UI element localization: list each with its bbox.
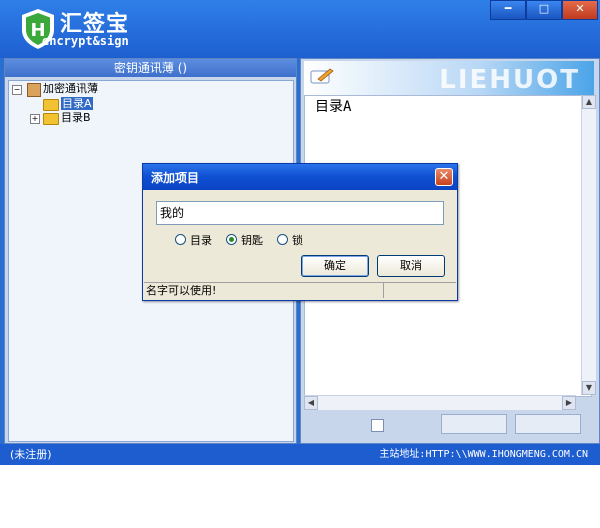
folder-icon bbox=[43, 99, 59, 111]
radio-dot bbox=[277, 234, 288, 245]
radio-folder[interactable]: 目录 bbox=[175, 234, 212, 247]
registration-status: (未注册) bbox=[10, 448, 52, 461]
radio-label: 钥匙 bbox=[241, 234, 263, 247]
scroll-left-icon[interactable]: ◀ bbox=[304, 396, 318, 410]
contacts-panel-header: 密钥通讯薄 () bbox=[5, 59, 296, 77]
radio-label: 目录 bbox=[190, 234, 212, 247]
status-bar: (未注册) 主站地址:HTTP:\\WWW.IHONGMENG.COM.CN bbox=[0, 444, 600, 465]
vertical-scrollbar[interactable]: ▲ ▼ bbox=[581, 95, 596, 395]
site-address: 主站地址:HTTP:\\WWW.IHONGMENG.COM.CN bbox=[379, 449, 588, 460]
radio-dot bbox=[175, 234, 186, 245]
radio-lock[interactable]: 锁 bbox=[277, 234, 303, 247]
radio-dot bbox=[226, 234, 237, 245]
dialog-title-bar: 添加项目 ✕ bbox=[143, 164, 457, 190]
add-item-dialog: 添加项目 ✕ 我的 目录 钥匙 锁 确定 取消 名字可以使用! bbox=[142, 163, 458, 301]
tree-item-folder-b[interactable]: 目录B bbox=[61, 111, 91, 125]
dialog-close-icon[interactable]: ✕ bbox=[435, 168, 453, 186]
action-button-2[interactable] bbox=[515, 414, 581, 434]
brand-tagline: encrypt&sign bbox=[42, 34, 129, 48]
radio-label: 锁 bbox=[292, 234, 303, 247]
tree-root-expander[interactable]: − bbox=[12, 85, 22, 95]
maximize-button[interactable]: □ bbox=[526, 0, 562, 20]
detail-title: 目录A bbox=[315, 99, 352, 115]
tree-item-expander[interactable]: + bbox=[30, 114, 40, 124]
detail-banner: LIEHUOT bbox=[304, 61, 594, 95]
scroll-down-icon[interactable]: ▼ bbox=[582, 381, 596, 395]
item-name-input[interactable]: 我的 bbox=[156, 201, 444, 225]
tree-root-item[interactable]: 加密通讯薄 bbox=[43, 82, 98, 96]
dialog-status-pane bbox=[383, 282, 456, 298]
minimize-button[interactable]: ━ bbox=[490, 0, 526, 20]
title-bar: H 汇签宝 encrypt&sign ━ □ ✕ bbox=[0, 0, 600, 58]
cancel-button[interactable]: 取消 bbox=[377, 255, 445, 277]
watermark-text: LIEHUOT bbox=[439, 65, 580, 95]
folder-icon bbox=[43, 113, 59, 125]
ok-button[interactable]: 确定 bbox=[301, 255, 369, 277]
dialog-title: 添加项目 bbox=[151, 171, 200, 185]
action-button-1[interactable] bbox=[441, 414, 507, 434]
scroll-up-icon[interactable]: ▲ bbox=[582, 95, 596, 109]
radio-key[interactable]: 钥匙 bbox=[226, 234, 263, 247]
tree-item-folder-a[interactable]: 目录A bbox=[61, 97, 93, 111]
pen-icon bbox=[310, 68, 334, 84]
option-checkbox[interactable] bbox=[371, 419, 384, 432]
tree-item-label: 目录A bbox=[61, 97, 93, 110]
dialog-status-text: 名字可以使用! bbox=[144, 282, 386, 298]
close-window-button[interactable]: ✕ bbox=[562, 0, 598, 20]
scroll-right-icon[interactable]: ▶ bbox=[562, 396, 576, 410]
horizontal-scrollbar[interactable]: ◀ ▶ bbox=[304, 395, 576, 410]
address-book-icon bbox=[27, 83, 41, 97]
